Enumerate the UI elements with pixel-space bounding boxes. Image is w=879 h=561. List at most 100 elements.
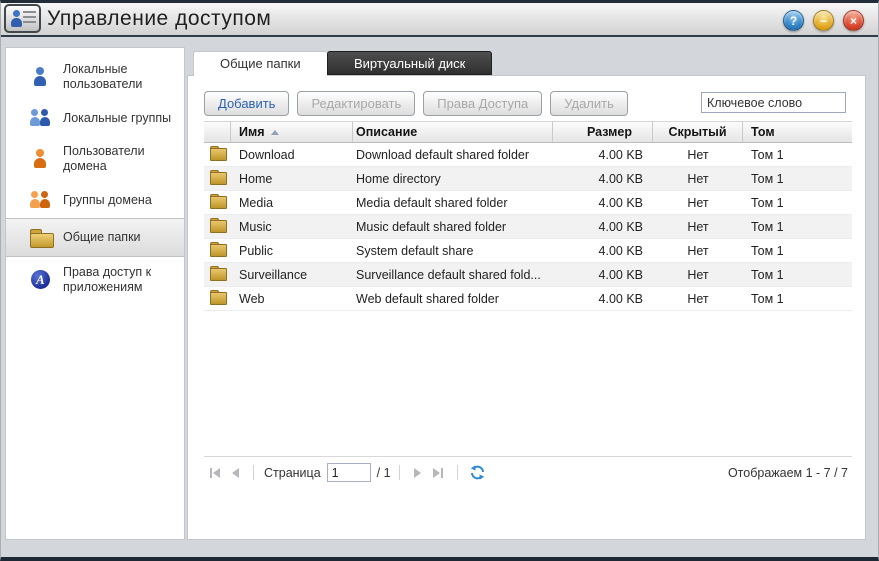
folder-icon bbox=[210, 196, 226, 209]
cell-name: Download bbox=[231, 148, 353, 162]
toolbar: Добавить Редактировать Права Доступа Уда… bbox=[204, 91, 628, 116]
cell-description: Surveillance default shared fold... bbox=[353, 268, 553, 282]
delete-button[interactable]: Удалить bbox=[550, 91, 628, 116]
cell-description: Download default shared folder bbox=[353, 148, 553, 162]
table-row[interactable]: Media Media default shared folder 4.00 K… bbox=[204, 191, 852, 215]
cell-volume: Том 1 bbox=[743, 196, 852, 210]
shared-folders-table: Имя Описание Размер Скрытый Том Download… bbox=[204, 121, 852, 311]
sidebar-item-1[interactable]: Локальные группы bbox=[6, 100, 184, 136]
column-header-name[interactable]: Имя bbox=[231, 122, 353, 142]
help-button[interactable]: ? bbox=[783, 10, 804, 31]
separator bbox=[457, 465, 458, 480]
cell-volume: Том 1 bbox=[743, 244, 852, 258]
cell-size: 4.00 KB bbox=[553, 148, 653, 162]
access-management-window: Управление доступом ? − × Локальные поль… bbox=[0, 0, 879, 561]
refresh-button[interactable] bbox=[466, 465, 489, 480]
cell-size: 4.00 KB bbox=[553, 172, 653, 186]
separator bbox=[253, 465, 254, 480]
close-button[interactable]: × bbox=[843, 10, 864, 31]
users-orange-icon bbox=[30, 190, 52, 210]
users-blue-icon bbox=[30, 108, 52, 128]
sidebar-item-5[interactable]: Права доступ к приложениям bbox=[6, 257, 184, 303]
table-row[interactable]: Download Download default shared folder … bbox=[204, 143, 852, 167]
pagination-bar: Страница / 1 Отображаем 1 - 7 / 7 bbox=[204, 456, 852, 488]
cell-hidden: Нет bbox=[653, 244, 743, 258]
table-row[interactable]: Home Home directory 4.00 KB Нет Том 1 bbox=[204, 167, 852, 191]
page-total: / 1 bbox=[377, 466, 391, 480]
table-row[interactable]: Public System default share 4.00 KB Нет … bbox=[204, 239, 852, 263]
tab-virtual-disk[interactable]: Виртуальный диск bbox=[327, 51, 492, 75]
sidebar-item-4[interactable]: Общие папки bbox=[6, 218, 184, 257]
cell-description: Music default shared folder bbox=[353, 220, 553, 234]
first-page-button[interactable] bbox=[204, 464, 226, 482]
cell-description: System default share bbox=[353, 244, 553, 258]
cell-size: 4.00 KB bbox=[553, 292, 653, 306]
cell-description: Media default shared folder bbox=[353, 196, 553, 210]
separator bbox=[399, 465, 400, 480]
user-blue-icon bbox=[30, 67, 52, 87]
sidebar-item-label: Локальные пользователи bbox=[63, 62, 176, 92]
cell-volume: Том 1 bbox=[743, 220, 852, 234]
cell-hidden: Нет bbox=[653, 292, 743, 306]
cell-volume: Том 1 bbox=[743, 148, 852, 162]
page-input[interactable] bbox=[327, 463, 371, 482]
column-header-description[interactable]: Описание bbox=[353, 122, 553, 142]
sidebar-item-0[interactable]: Локальные пользователи bbox=[6, 54, 184, 100]
refresh-icon bbox=[470, 465, 485, 480]
cell-hidden: Нет bbox=[653, 172, 743, 186]
next-page-button[interactable] bbox=[408, 464, 427, 482]
cell-size: 4.00 KB bbox=[553, 244, 653, 258]
access-management-icon bbox=[4, 4, 41, 33]
table-row[interactable]: Web Web default shared folder 4.00 KB Не… bbox=[204, 287, 852, 311]
cell-volume: Том 1 bbox=[743, 292, 852, 306]
cell-name: Home bbox=[231, 172, 353, 186]
column-header-volume[interactable]: Том bbox=[743, 122, 852, 142]
sidebar-item-3[interactable]: Группы домена bbox=[6, 182, 184, 218]
cell-volume: Том 1 bbox=[743, 268, 852, 282]
folder-icon bbox=[210, 148, 226, 161]
window-controls: ? − × bbox=[783, 10, 864, 31]
prev-page-button[interactable] bbox=[226, 464, 245, 482]
table-row[interactable]: Surveillance Surveillance default shared… bbox=[204, 263, 852, 287]
sort-ascending-icon bbox=[271, 130, 279, 135]
keyword-search-input[interactable] bbox=[701, 92, 846, 113]
folder-icon bbox=[30, 228, 52, 247]
cell-hidden: Нет bbox=[653, 148, 743, 162]
cell-description: Web default shared folder bbox=[353, 292, 553, 306]
cell-size: 4.00 KB bbox=[553, 196, 653, 210]
cell-name: Media bbox=[231, 196, 353, 210]
sidebar-item-label: Группы домена bbox=[63, 193, 152, 208]
user-orange-icon bbox=[30, 149, 52, 169]
cell-name: Music bbox=[231, 220, 353, 234]
edit-button[interactable]: Редактировать bbox=[297, 91, 415, 116]
cell-name: Public bbox=[231, 244, 353, 258]
folder-icon bbox=[210, 220, 226, 233]
app-privileges-icon bbox=[30, 270, 52, 290]
sidebar-item-label: Локальные группы bbox=[63, 111, 171, 126]
sidebar-item-2[interactable]: Пользователи домена bbox=[6, 136, 184, 182]
cell-volume: Том 1 bbox=[743, 172, 852, 186]
sidebar-item-label: Общие папки bbox=[63, 230, 141, 245]
tab-shared-folders[interactable]: Общие папки bbox=[193, 51, 328, 76]
folder-icon bbox=[210, 172, 226, 185]
column-header-hidden[interactable]: Скрытый bbox=[653, 122, 743, 142]
last-page-button[interactable] bbox=[427, 464, 449, 482]
folder-icon bbox=[210, 268, 226, 281]
page-label: Страница bbox=[264, 466, 321, 480]
column-header-icon[interactable] bbox=[204, 122, 231, 142]
sidebar-item-label: Права доступ к приложениям bbox=[63, 265, 176, 295]
table-row[interactable]: Music Music default shared folder 4.00 K… bbox=[204, 215, 852, 239]
sidebar-item-label: Пользователи домена bbox=[63, 144, 176, 174]
cell-description: Home directory bbox=[353, 172, 553, 186]
title-bar: Управление доступом ? − × bbox=[1, 3, 878, 37]
minimize-button[interactable]: − bbox=[813, 10, 834, 31]
cell-size: 4.00 KB bbox=[553, 220, 653, 234]
user-card-icon bbox=[10, 10, 22, 27]
window-title: Управление доступом bbox=[47, 7, 271, 31]
cell-hidden: Нет bbox=[653, 220, 743, 234]
access-rights-button[interactable]: Права Доступа bbox=[423, 91, 542, 116]
column-header-size[interactable]: Размер bbox=[553, 122, 653, 142]
shared-folders-panel: Добавить Редактировать Права Доступа Уда… bbox=[187, 75, 866, 540]
list-lines-icon bbox=[23, 11, 36, 26]
add-button[interactable]: Добавить bbox=[204, 91, 289, 116]
